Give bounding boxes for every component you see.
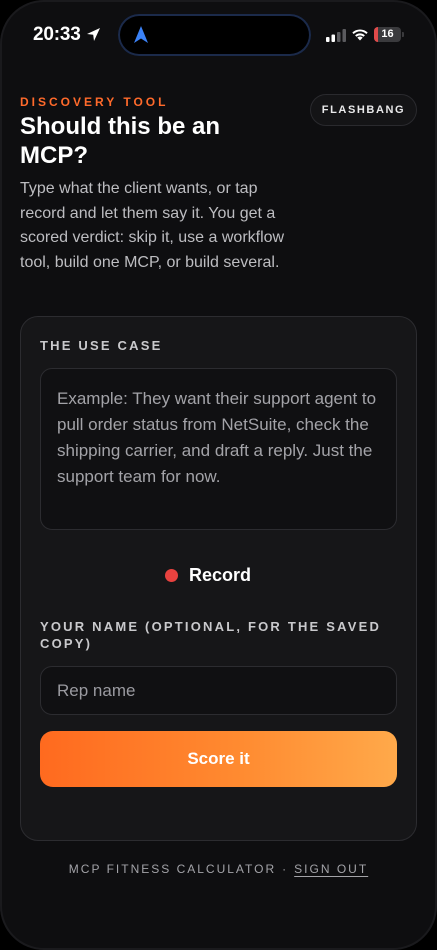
page-subtitle: Type what the client wants, or tap recor… xyxy=(20,180,285,271)
battery-level: 16 xyxy=(381,28,394,40)
name-label: YOUR NAME (OPTIONAL, FOR THE SAVED COPY) xyxy=(40,619,382,651)
brand-badge[interactable]: FLASHBANG xyxy=(310,94,417,126)
score-button[interactable]: Score it xyxy=(40,731,397,787)
battery-nub xyxy=(402,32,404,37)
record-button[interactable]: Record xyxy=(165,561,251,589)
battery-icon: 16 xyxy=(374,27,401,42)
footer-separator: · xyxy=(282,862,289,876)
status-time: 20:33 xyxy=(33,24,81,45)
eyebrow-label: DISCOVERY TOOL xyxy=(20,95,169,109)
footer: MCP FITNESS CALCULATOR · SIGN OUT xyxy=(0,862,437,876)
page-title: Should this be an MCP? xyxy=(20,113,221,169)
navigation-arrow-icon xyxy=(134,26,148,43)
sign-out-link[interactable]: SIGN OUT xyxy=(294,862,368,876)
wifi-icon xyxy=(352,29,368,41)
footer-app-name: MCP FITNESS CALCULATOR xyxy=(68,862,277,876)
use-case-textarea[interactable]: Example: They want their support agent t… xyxy=(40,368,397,530)
rep-name-input[interactable]: Rep name xyxy=(40,666,397,715)
record-label: Record xyxy=(189,564,252,585)
phone-screen: 20:33 16 DISCOVERY TOOL Should this be a… xyxy=(0,0,437,950)
cellular-signal-icon xyxy=(326,29,346,42)
use-case-label: THE USE CASE xyxy=(40,338,163,353)
location-arrow-icon xyxy=(87,28,100,41)
record-dot-icon xyxy=(165,568,178,582)
